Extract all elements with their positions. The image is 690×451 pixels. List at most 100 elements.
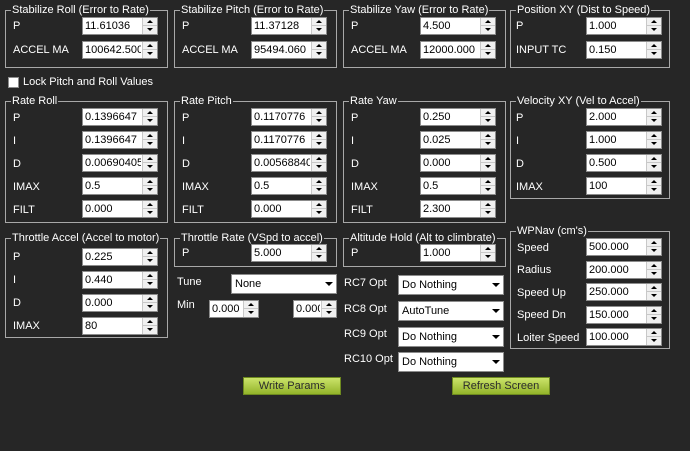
spinner-buttons[interactable]	[311, 155, 326, 171]
spinner-buttons[interactable]	[311, 201, 326, 217]
rate-pitch-p-spinner[interactable]: 0.1170776	[251, 108, 327, 126]
spin-up-icon[interactable]	[143, 18, 157, 26]
spinner-buttons[interactable]	[646, 18, 661, 34]
lock-pitch-roll-checkbox[interactable]	[8, 77, 19, 88]
spin-up-icon[interactable]	[481, 178, 495, 186]
spinner-buttons[interactable]	[142, 178, 157, 194]
alt-hold-p-spinner[interactable]: 1.000	[420, 244, 496, 262]
spin-down-icon[interactable]	[647, 163, 661, 171]
spin-down-icon[interactable]	[647, 337, 661, 345]
spin-up-icon[interactable]	[143, 178, 157, 186]
rate-roll-filt-spinner[interactable]: 0.000	[82, 200, 158, 218]
spin-up-icon[interactable]	[143, 295, 157, 303]
spinner-buttons[interactable]	[480, 109, 495, 125]
spin-down-icon[interactable]	[143, 26, 157, 34]
spinner-buttons[interactable]	[646, 307, 661, 323]
rate-yaw-i-spinner[interactable]: 0.025	[420, 131, 496, 149]
spin-down-icon[interactable]	[312, 26, 326, 34]
spin-down-icon[interactable]	[312, 117, 326, 125]
spin-down-icon[interactable]	[647, 315, 661, 323]
throttle-accel-d-spinner[interactable]: 0.000	[82, 294, 158, 312]
spin-down-icon[interactable]	[143, 303, 157, 311]
spinner-buttons[interactable]	[646, 42, 661, 58]
stab-roll-p-spinner[interactable]: 11.61036	[82, 17, 158, 35]
spin-up-icon[interactable]	[244, 301, 258, 309]
spin-up-icon[interactable]	[312, 245, 326, 253]
spinner-buttons[interactable]	[142, 109, 157, 125]
throttle-accel-imax-spinner[interactable]: 80	[82, 317, 158, 335]
spin-up-icon[interactable]	[647, 284, 661, 292]
rate-yaw-d-spinner[interactable]: 0.000	[420, 154, 496, 172]
spin-up-icon[interactable]	[647, 42, 661, 50]
spin-up-icon[interactable]	[312, 42, 326, 50]
spin-up-icon[interactable]	[481, 18, 495, 26]
chevron-down-icon[interactable]	[325, 282, 333, 286]
stab-pitch-p-spinner[interactable]: 11.37128	[251, 17, 327, 35]
spin-down-icon[interactable]	[143, 50, 157, 58]
spinner-buttons[interactable]	[480, 178, 495, 194]
rate-pitch-i-spinner[interactable]: 0.1170776	[251, 131, 327, 149]
spin-up-icon[interactable]	[143, 272, 157, 280]
spinner-buttons[interactable]	[480, 201, 495, 217]
spin-down-icon[interactable]	[143, 117, 157, 125]
spin-down-icon[interactable]	[143, 186, 157, 194]
rc9-opt-select[interactable]: Do Nothing	[398, 327, 504, 347]
spinner-buttons[interactable]	[480, 42, 495, 58]
spin-up-icon[interactable]	[143, 201, 157, 209]
spin-down-icon[interactable]	[143, 326, 157, 334]
rate-pitch-filt-spinner[interactable]: 0.000	[251, 200, 327, 218]
spin-up-icon[interactable]	[647, 239, 661, 247]
spin-up-icon[interactable]	[647, 329, 661, 337]
spin-up-icon[interactable]	[481, 109, 495, 117]
tune-min-spinner[interactable]: 0.000	[209, 300, 259, 318]
spin-up-icon[interactable]	[312, 155, 326, 163]
spin-down-icon[interactable]	[647, 140, 661, 148]
vel-xy-p-spinner[interactable]: 2.000	[586, 108, 662, 126]
spinner-buttons[interactable]	[646, 239, 661, 255]
spinner-buttons[interactable]	[142, 132, 157, 148]
chevron-down-icon[interactable]	[492, 283, 500, 287]
spin-down-icon[interactable]	[312, 253, 326, 261]
spinner-buttons[interactable]	[646, 284, 661, 300]
spinner-buttons[interactable]	[142, 249, 157, 265]
spin-down-icon[interactable]	[481, 50, 495, 58]
vel-xy-i-spinner[interactable]: 1.000	[586, 131, 662, 149]
lock-pitch-roll-label[interactable]: Lock Pitch and Roll Values	[23, 75, 153, 89]
spinner-buttons[interactable]	[142, 42, 157, 58]
spin-down-icon[interactable]	[647, 270, 661, 278]
spin-down-icon[interactable]	[647, 117, 661, 125]
spin-down-icon[interactable]	[322, 309, 336, 317]
stab-roll-accel-ma-spinner[interactable]: 100642.500	[82, 41, 158, 59]
spin-down-icon[interactable]	[312, 186, 326, 194]
spin-down-icon[interactable]	[312, 50, 326, 58]
spinner-buttons[interactable]	[480, 132, 495, 148]
spinner-buttons[interactable]	[480, 18, 495, 34]
spinner-buttons[interactable]	[142, 295, 157, 311]
spin-up-icon[interactable]	[143, 155, 157, 163]
spin-down-icon[interactable]	[647, 26, 661, 34]
spinner-buttons[interactable]	[480, 155, 495, 171]
wpnav-speed-dn-spinner[interactable]: 150.000	[586, 306, 662, 324]
spin-up-icon[interactable]	[647, 262, 661, 270]
refresh-screen-button[interactable]: Refresh Screen	[452, 377, 550, 395]
spin-down-icon[interactable]	[481, 253, 495, 261]
rate-pitch-imax-spinner[interactable]: 0.5	[251, 177, 327, 195]
spin-down-icon[interactable]	[312, 209, 326, 217]
spin-down-icon[interactable]	[647, 50, 661, 58]
spin-down-icon[interactable]	[143, 163, 157, 171]
spin-down-icon[interactable]	[244, 309, 258, 317]
spin-up-icon[interactable]	[312, 132, 326, 140]
spinner-buttons[interactable]	[243, 301, 258, 317]
rate-yaw-filt-spinner[interactable]: 2.300	[420, 200, 496, 218]
rate-roll-imax-spinner[interactable]: 0.5	[82, 177, 158, 195]
throttle-rate-p-spinner[interactable]: 5.000	[251, 244, 327, 262]
rate-roll-d-spinner[interactable]: 0.00690405	[82, 154, 158, 172]
rate-roll-p-spinner[interactable]: 0.1396647	[82, 108, 158, 126]
rate-pitch-d-spinner[interactable]: 0.00568840	[251, 154, 327, 172]
spin-up-icon[interactable]	[647, 155, 661, 163]
spin-up-icon[interactable]	[312, 18, 326, 26]
spin-down-icon[interactable]	[143, 209, 157, 217]
spinner-buttons[interactable]	[646, 329, 661, 345]
spinner-buttons[interactable]	[646, 262, 661, 278]
spin-up-icon[interactable]	[322, 301, 336, 309]
